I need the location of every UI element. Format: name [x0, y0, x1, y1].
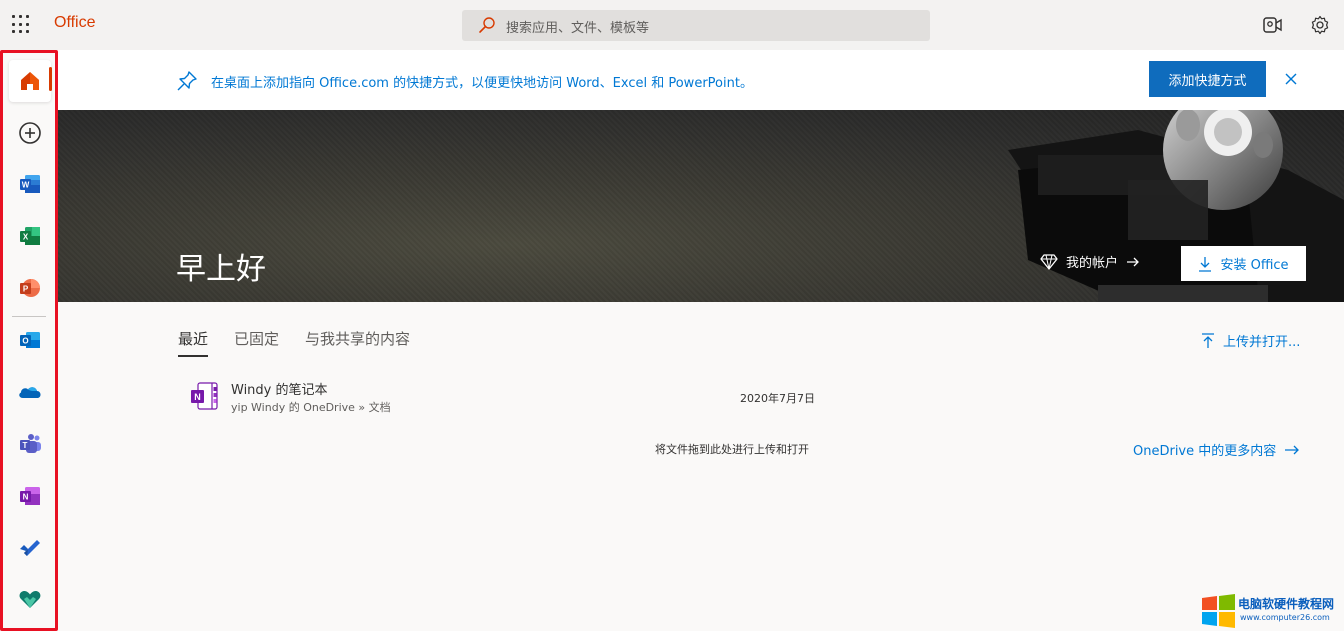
watermark-title: 电脑软硬件教程网: [1238, 597, 1335, 611]
family-safety-icon: [19, 591, 41, 608]
sidebar-item-teams[interactable]: T: [9, 423, 51, 465]
search-placeholder: 搜索应用、文件、模板等: [506, 21, 650, 36]
table-row[interactable]: N Windy 的笔记本 yip Windy 的 OneDrive » 文档 2…: [186, 376, 1016, 420]
svg-text:O: O: [22, 337, 28, 346]
greeting-text: 早上好: [176, 252, 266, 287]
svg-text:N: N: [23, 493, 29, 502]
hero-banner: 早上好 我的帐户 安装 Office: [58, 110, 1344, 302]
my-account-link[interactable]: 我的帐户: [1040, 252, 1140, 271]
onenote-icon: N: [191, 382, 218, 410]
watermark-url: www.computer26.com: [1240, 613, 1330, 622]
svg-text:T: T: [23, 441, 28, 450]
upload-and-open-link[interactable]: 上传并打开...: [1201, 331, 1300, 350]
todo-icon: [20, 540, 40, 556]
tab-recent[interactable]: 最近: [178, 328, 209, 357]
powerpoint-icon: P: [20, 279, 40, 297]
pin-icon: [177, 71, 197, 91]
word-icon: W: [20, 175, 40, 193]
onenote-icon: N: [20, 487, 40, 505]
top-bar: Office 搜索应用、文件、模板等: [0, 0, 1344, 50]
sidebar-divider: [12, 316, 46, 317]
sidebar-item-create[interactable]: [9, 112, 51, 154]
sidebar-item-home[interactable]: [9, 60, 51, 102]
drop-zone-hint: 将文件拖到此处进行上传和打开: [655, 443, 809, 456]
install-office-button[interactable]: 安装 Office: [1181, 246, 1306, 281]
arrow-right-icon: [1127, 257, 1139, 266]
svg-text:X: X: [23, 233, 29, 242]
sidebar-active-indicator: [49, 67, 52, 91]
sidebar-item-word[interactable]: W: [9, 163, 51, 205]
arrow-right-icon: [1285, 445, 1300, 454]
upload-icon: [1202, 332, 1214, 348]
svg-text:P: P: [23, 285, 29, 294]
close-icon[interactable]: [1282, 70, 1300, 88]
add-shortcut-button[interactable]: 添加快捷方式: [1149, 61, 1266, 97]
banner-message: 在桌面上添加指向 Office.com 的快捷方式，以便更快地访问 Word、E…: [211, 76, 753, 91]
app-launcher-icon[interactable]: [12, 15, 32, 35]
upload-and-open-label: 上传并打开...: [1223, 335, 1301, 350]
install-office-label: 安装 Office: [1220, 258, 1289, 273]
document-tabs: 最近 已固定 与我共享的内容: [178, 328, 410, 357]
onedrive-more-label: OneDrive 中的更多内容: [1133, 444, 1277, 459]
outlook-icon: O: [20, 332, 40, 348]
home-icon: [21, 72, 39, 90]
sidebar-item-todo[interactable]: [9, 527, 51, 569]
sidebar-item-excel[interactable]: X: [9, 215, 51, 257]
teams-icon: T: [20, 434, 41, 453]
sidebar-item-family-safety[interactable]: [9, 578, 51, 620]
download-icon: [1199, 256, 1212, 272]
app-sidebar: W X P O T N: [0, 50, 58, 631]
file-date: 2020年7月7日: [740, 392, 815, 405]
meet-now-icon[interactable]: [1261, 14, 1283, 36]
sidebar-item-onedrive[interactable]: [9, 371, 51, 413]
office-brand-link[interactable]: Office: [54, 14, 96, 32]
svg-text:W: W: [22, 181, 30, 190]
my-account-label: 我的帐户: [1066, 256, 1119, 271]
shortcut-banner: 在桌面上添加指向 Office.com 的快捷方式，以便更快地访问 Word、E…: [58, 50, 1344, 110]
tab-shared-with-me[interactable]: 与我共享的内容: [305, 328, 410, 357]
create-icon: [19, 122, 41, 144]
site-watermark: 电脑软硬件教程网 www.computer26.com: [1200, 592, 1344, 631]
file-path: yip Windy 的 OneDrive » 文档: [231, 401, 391, 414]
search-box[interactable]: 搜索应用、文件、模板等: [462, 10, 930, 41]
windows-logo-icon: [1202, 594, 1235, 628]
file-name[interactable]: Windy 的笔记本: [231, 379, 328, 398]
sidebar-item-onenote[interactable]: N: [9, 475, 51, 517]
onedrive-icon: [19, 387, 41, 398]
onedrive-more-link[interactable]: OneDrive 中的更多内容: [1133, 440, 1300, 459]
diamond-icon: [1040, 253, 1058, 270]
sidebar-item-powerpoint[interactable]: P: [9, 267, 51, 309]
tab-pinned[interactable]: 已固定: [234, 328, 279, 357]
svg-text:N: N: [194, 392, 201, 402]
excel-icon: X: [20, 227, 40, 245]
settings-gear-icon[interactable]: [1309, 14, 1331, 36]
search-icon: [479, 17, 495, 33]
sidebar-item-outlook[interactable]: O: [9, 319, 51, 361]
